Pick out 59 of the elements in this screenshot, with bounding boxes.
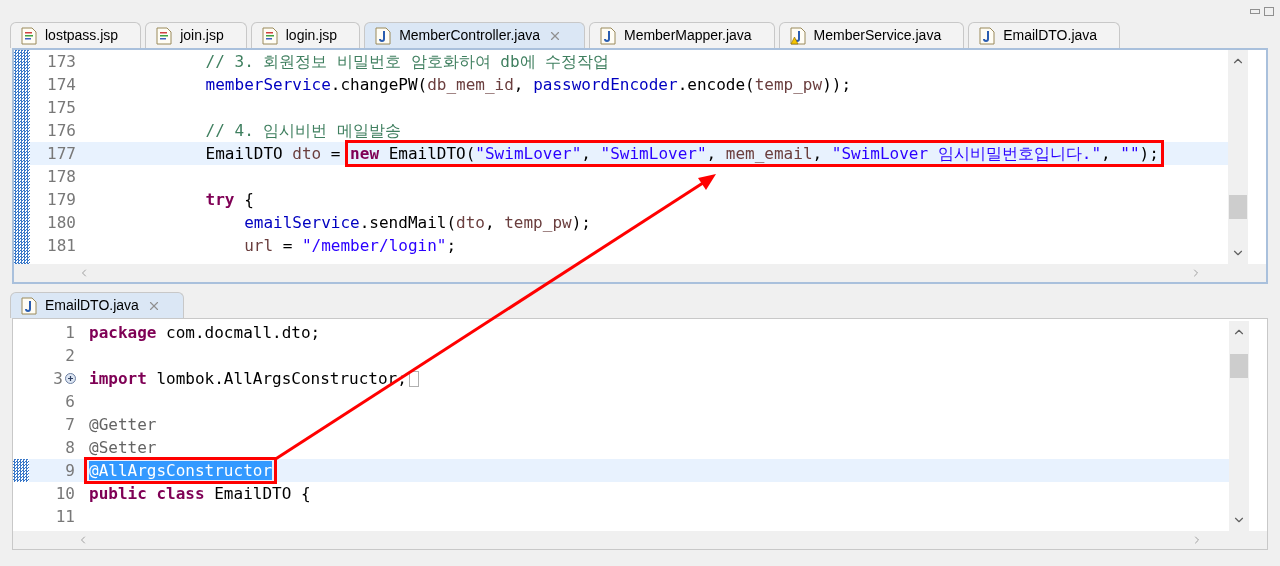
line-number: 174	[47, 73, 77, 96]
line-number: 9	[65, 459, 76, 482]
code-text: @Getter	[89, 413, 157, 436]
editor-tab[interactable]: EmailDTO.java	[968, 22, 1121, 48]
line-number: 3	[53, 367, 64, 390]
line-number: 8	[65, 436, 76, 459]
tab-label: lostpass.jsp	[45, 26, 119, 45]
editor-tab[interactable]: login.jsp	[250, 22, 361, 48]
minimize-icon[interactable]	[1250, 8, 1260, 14]
code-text: memberService.changePW(db_mem_id, passwordEncoder.encode(temp_pw));	[204, 73, 852, 96]
tab-label: EmailDTO.java	[1003, 26, 1098, 45]
ruler-marker	[13, 459, 29, 482]
tab-label: MemberMapper.java	[623, 26, 752, 45]
tab-label: EmailDTO.java	[45, 296, 139, 315]
line-number: 11	[55, 505, 76, 528]
code-text: import lombok.AllArgsConstructor;	[89, 367, 407, 390]
scroll-thumb[interactable]	[1230, 354, 1248, 378]
line-number: 1	[65, 321, 76, 344]
code-text: public class EmailDTO {	[89, 482, 311, 505]
tab-label: MemberService.java	[813, 26, 942, 45]
line-number: 6	[65, 390, 76, 413]
line-number: 180	[47, 211, 77, 234]
line-number: 173	[47, 50, 77, 73]
code-text: // 3. 회원정보 비밀번호 암호화하여 db에 수정작업	[204, 50, 610, 73]
horizontal-scrollbar[interactable]	[14, 264, 1266, 282]
scroll-thumb[interactable]	[1229, 195, 1247, 219]
line-number: 178	[47, 165, 77, 188]
code-text: try {	[204, 188, 254, 211]
collapsed-marker[interactable]	[408, 370, 419, 387]
tab-label: MemberController.java	[399, 26, 540, 45]
code-text: @Setter	[89, 436, 157, 459]
code-text: EmailDTO dto =	[204, 142, 342, 165]
line-number: 7	[65, 413, 76, 436]
vertical-scrollbar[interactable]	[1229, 321, 1249, 531]
line-number: 2	[65, 344, 76, 367]
line-number: 10	[55, 482, 76, 505]
editor-tab[interactable]: join.jsp	[145, 22, 247, 48]
code-text: // 4. 임시비번 메일발송	[204, 119, 402, 142]
maximize-icon[interactable]	[1264, 6, 1274, 16]
code-text: emailService.sendMail(dto, temp_pw);	[243, 211, 591, 234]
horizontal-scrollbar[interactable]	[13, 531, 1267, 549]
editor-tab[interactable]: MemberMapper.java	[588, 22, 775, 48]
expand-icon[interactable]	[65, 373, 76, 384]
code-text: package com.docmall.dto;	[89, 321, 321, 344]
line-number: 179	[47, 188, 77, 211]
editor-tab[interactable]: EmailDTO.java	[10, 292, 184, 318]
editor-tab[interactable]: MemberController.java	[364, 22, 585, 48]
editor-tab[interactable]: MemberService.java	[778, 22, 965, 48]
annotation-box: new EmailDTO("SwimLover", "SwimLover", mem_email, "SwimLover 임시비밀번호입니다.", "");	[345, 140, 1164, 167]
line-number: 175	[47, 96, 77, 119]
line-number: 176	[47, 119, 77, 142]
tab-label: login.jsp	[285, 26, 338, 45]
vertical-scrollbar[interactable]	[1228, 50, 1248, 264]
line-number: 177	[47, 142, 77, 165]
tab-label: join.jsp	[180, 26, 224, 45]
code-text: url = "/member/login";	[243, 234, 457, 257]
annotation-box: @AllArgsConstructor	[84, 457, 278, 484]
editor-tab[interactable]: lostpass.jsp	[10, 22, 142, 48]
line-number: 181	[47, 234, 77, 257]
